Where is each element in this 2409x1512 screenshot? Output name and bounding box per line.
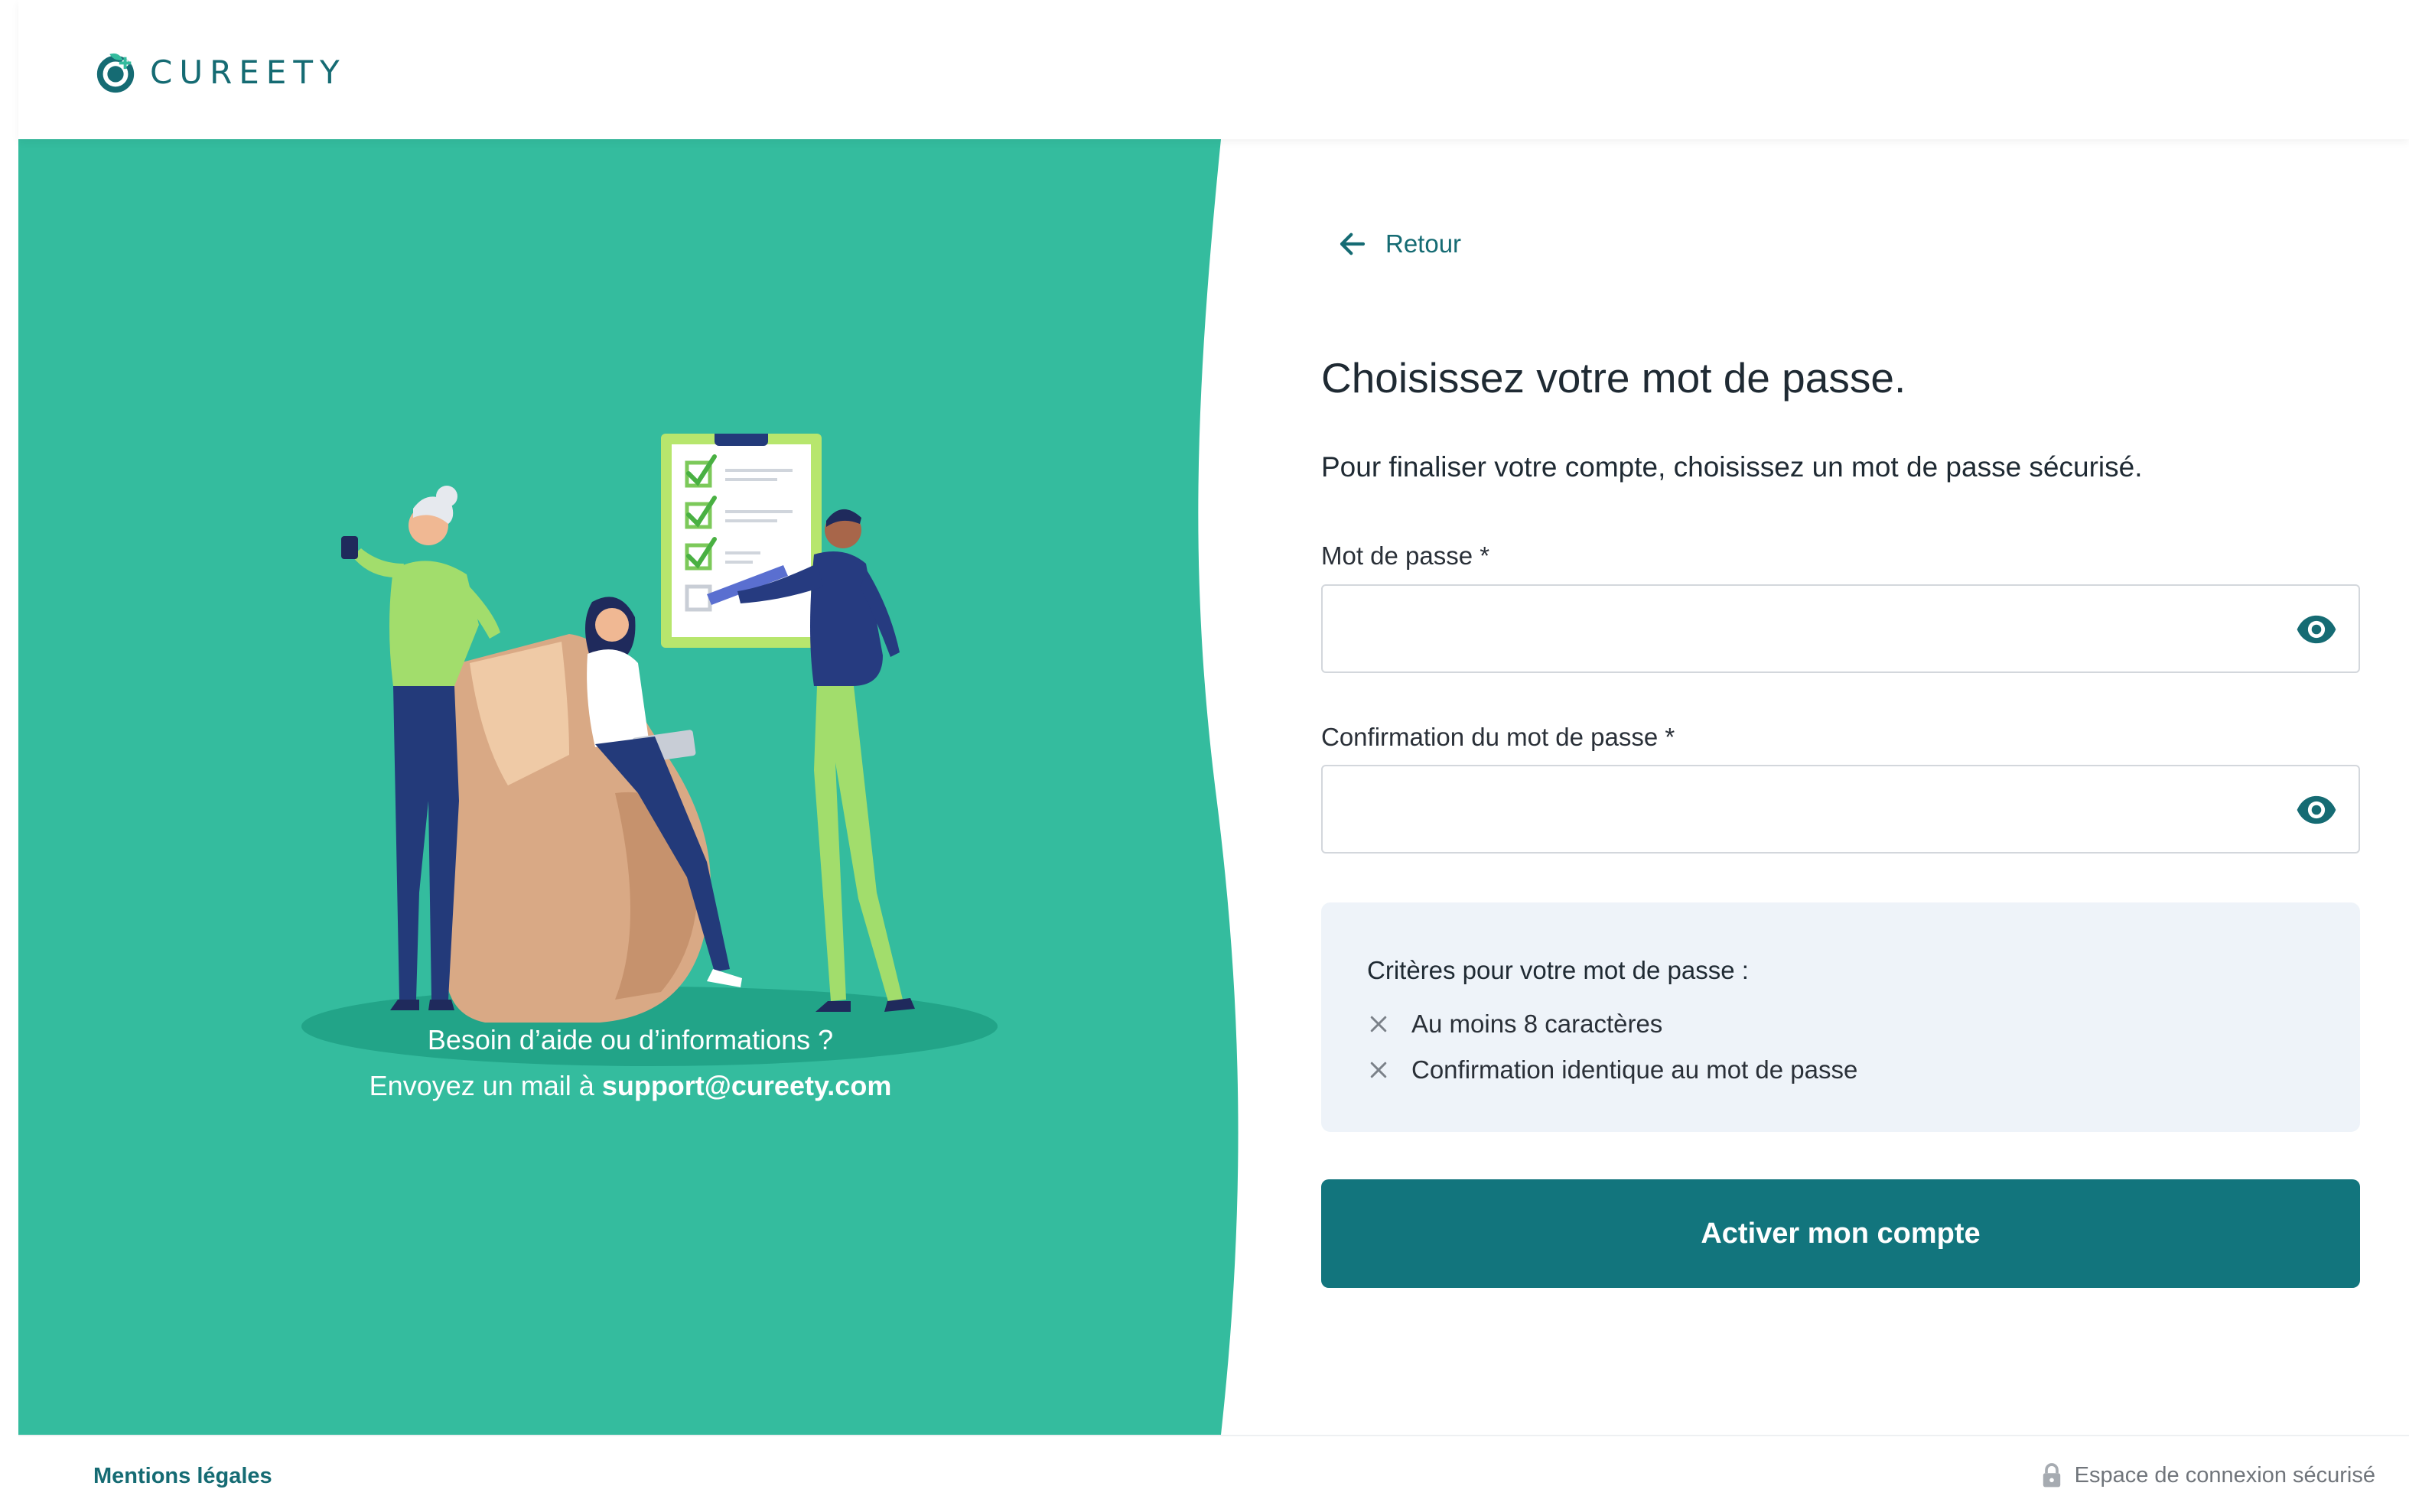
legal-notice-link[interactable]: Mentions légales [93, 1464, 272, 1489]
password-input[interactable] [1323, 586, 2284, 671]
lock-icon [2043, 1463, 2060, 1488]
arrow-left-icon [1340, 232, 1366, 255]
page-subtitle: Pour finaliser votre compte, choisissez … [1321, 451, 2143, 483]
x-icon [1370, 1062, 1387, 1078]
page: CUREETY Besoin d’aide ou d’informations … [0, 0, 2409, 1512]
criteria-item: Au moins 8 caractères [1367, 1010, 1662, 1039]
criteria-item: Confirmation identique au mot de passe [1367, 1055, 1857, 1084]
brand-logo[interactable]: CUREETY [93, 47, 347, 96]
patients-checklist-illustration [301, 434, 998, 1066]
cureety-logo-icon [96, 53, 135, 93]
help-text: Besoin d’aide ou d’informations ? Envoye… [18, 1017, 1242, 1109]
confirm-password-input[interactable] [1323, 766, 2284, 852]
hero-panel: Besoin d’aide ou d’informations ? Envoye… [18, 139, 1273, 1435]
activate-account-button[interactable]: Activer mon compte [1321, 1179, 2360, 1288]
password-field[interactable] [1321, 584, 2360, 673]
confirm-password-label: Confirmation du mot de passe * [1321, 723, 1675, 751]
left-gutter [0, 0, 18, 1512]
page-title: Choisissez votre mot de passe. [1321, 354, 1906, 402]
eye-icon[interactable] [2294, 788, 2339, 832]
secure-connection-note: Espace de connexion sécurisé [2041, 1462, 2375, 1488]
help-line-prefix: Envoyez un mail à [369, 1070, 602, 1101]
back-label: Retour [1385, 229, 1462, 258]
brand-name: CUREETY [150, 53, 347, 91]
confirm-password-field[interactable] [1321, 765, 2360, 854]
password-label: Mot de passe * [1321, 541, 1490, 570]
footer: Mentions légales Espace de connexion séc… [18, 1435, 2409, 1512]
criteria-title: Critères pour votre mot de passe : [1367, 956, 1749, 984]
eye-icon[interactable] [2294, 607, 2339, 652]
criteria-item-label: Confirmation identique au mot de passe [1411, 1055, 1858, 1084]
secure-label: Espace de connexion sécurisé [2074, 1462, 2375, 1488]
support-email-link[interactable]: support@cureety.com [602, 1070, 892, 1101]
help-line: Besoin d’aide ou d’informations ? [427, 1024, 834, 1055]
criteria-item-label: Au moins 8 caractères [1411, 1010, 1663, 1038]
help-line-email: Envoyez un mail à support@cureety.com [18, 1063, 1242, 1109]
back-link[interactable]: Retour [1336, 228, 1461, 260]
header: CUREETY [18, 0, 2409, 139]
x-icon [1370, 1016, 1387, 1032]
password-criteria: Critères pour votre mot de passe : Au mo… [1321, 902, 2360, 1132]
